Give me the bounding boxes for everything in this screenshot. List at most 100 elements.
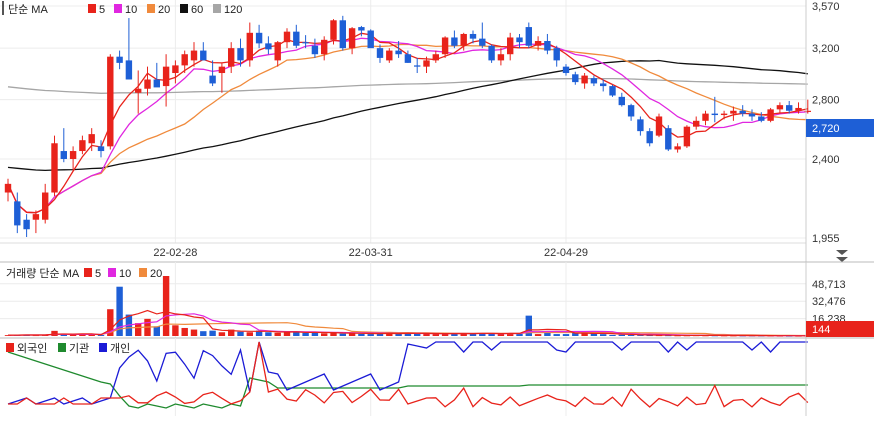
- candle-body: [748, 113, 756, 117]
- candle-body: [451, 37, 458, 46]
- candle-body: [23, 219, 30, 230]
- candle-body: [14, 201, 21, 226]
- candle-body: [51, 143, 58, 193]
- candle-body: [116, 56, 123, 63]
- current-price-tag: 2,720: [806, 119, 874, 137]
- candle-body: [376, 48, 384, 58]
- volume-bar[interactable]: [562, 334, 570, 336]
- price-legend-title: 단순 MA: [8, 3, 48, 16]
- volume-bar[interactable]: [237, 331, 244, 336]
- volume-bar[interactable]: [618, 334, 625, 336]
- candle-body: [42, 192, 49, 220]
- volume-bar[interactable]: [488, 333, 495, 336]
- volume-bar[interactable]: [135, 323, 142, 336]
- candle-body: [553, 48, 560, 61]
- volume-y-tick-label: 48,713: [812, 279, 846, 291]
- candle-body: [534, 40, 542, 46]
- price-candle[interactable]: [51, 135, 58, 197]
- price-candle[interactable]: [107, 54, 114, 150]
- stock-chart-svg[interactable]: 3,570 3,200 2,800 2,400 1,955 22-02-28 22-03-…: [0, 0, 874, 416]
- volume-bar[interactable]: [200, 331, 207, 336]
- volume-bar[interactable]: [265, 332, 272, 336]
- price-x-tick-label: 22-04-29: [544, 247, 588, 259]
- volume-bar[interactable]: [311, 332, 319, 336]
- volume-bar[interactable]: [172, 325, 179, 336]
- volume-bar[interactable]: [162, 276, 170, 336]
- candle-body: [627, 105, 635, 117]
- volume-bar[interactable]: [358, 333, 365, 336]
- volume-bar[interactable]: [69, 334, 77, 336]
- volume-legend-label: 10: [119, 268, 131, 280]
- volume-bar[interactable]: [153, 326, 160, 336]
- volume-bar[interactable]: [627, 335, 635, 336]
- volume-legend-label: 5: [95, 268, 101, 280]
- volume-bar[interactable]: [432, 334, 439, 336]
- candle-body: [358, 27, 365, 31]
- candle-body: [507, 37, 514, 55]
- volume-bar[interactable]: [553, 334, 560, 336]
- candle-body: [525, 27, 532, 46]
- candle-body: [237, 48, 244, 61]
- candle-body: [302, 42, 309, 44]
- candle-body: [600, 83, 607, 87]
- price-candle[interactable]: [767, 107, 774, 123]
- price-x-tick-label: 22-02-28: [153, 247, 197, 259]
- volume-legend-swatch: [84, 268, 92, 277]
- candle-body: [69, 151, 77, 159]
- price-legend-swatch: [213, 4, 221, 13]
- volume-bar[interactable]: [209, 330, 216, 336]
- price-candle[interactable]: [339, 15, 346, 51]
- volume-bar[interactable]: [534, 334, 542, 336]
- volume-y-ticks: 48,71332,47616,238: [812, 279, 846, 326]
- candle-body: [544, 40, 551, 51]
- volume-bar[interactable]: [609, 334, 616, 336]
- volume-bar[interactable]: [321, 333, 328, 336]
- volume-bar[interactable]: [367, 334, 374, 336]
- price-candle[interactable]: [488, 44, 495, 63]
- candle-body: [479, 38, 486, 46]
- volume-bar[interactable]: [339, 333, 346, 336]
- price-candle[interactable]: [367, 29, 374, 49]
- candle-body: [88, 134, 95, 144]
- candle-body: [414, 65, 421, 67]
- investor-legend: 외국인 기관 개인: [6, 342, 130, 355]
- candle-body: [572, 74, 579, 83]
- candle-body: [395, 50, 402, 55]
- volume-legend-label: 20: [150, 268, 162, 280]
- price-candle[interactable]: [665, 125, 672, 152]
- candle-body: [228, 48, 235, 67]
- candle-body: [4, 183, 12, 193]
- volume-bar[interactable]: [274, 332, 281, 336]
- candle-body: [283, 31, 291, 43]
- volume-bar[interactable]: [302, 332, 309, 336]
- candle-body: [758, 116, 765, 121]
- volume-bar[interactable]: [51, 330, 58, 336]
- volume-bar[interactable]: [600, 334, 607, 336]
- candle-body: [516, 37, 523, 43]
- volume-bar[interactable]: [218, 332, 226, 336]
- price-y-tick-label: 3,200: [812, 43, 840, 55]
- price-candle[interactable]: [655, 113, 663, 138]
- candle-body: [218, 66, 226, 74]
- price-candle[interactable]: [683, 125, 691, 148]
- price-candle[interactable]: [609, 84, 616, 97]
- volume-bar[interactable]: [246, 332, 253, 336]
- investor-legend-swatch: [58, 343, 66, 352]
- candle-body: [776, 105, 784, 110]
- candle-body: [367, 30, 374, 49]
- volume-bar[interactable]: [283, 332, 291, 336]
- candle-body: [655, 116, 663, 136]
- volume-bar[interactable]: [181, 327, 188, 336]
- candle-body: [265, 43, 272, 50]
- candle-body: [581, 75, 588, 84]
- price-x-tick-label: 22-03-31: [349, 247, 393, 259]
- volume-bar[interactable]: [190, 329, 198, 336]
- candle-body: [97, 146, 105, 152]
- price-legend-label: 120: [224, 4, 242, 16]
- volume-bar[interactable]: [581, 333, 588, 336]
- candle-body: [181, 54, 188, 66]
- legend-drag-handle-icon: [2, 1, 4, 15]
- candle-body: [562, 66, 570, 74]
- candle-body: [330, 20, 337, 40]
- candle-body: [209, 75, 216, 84]
